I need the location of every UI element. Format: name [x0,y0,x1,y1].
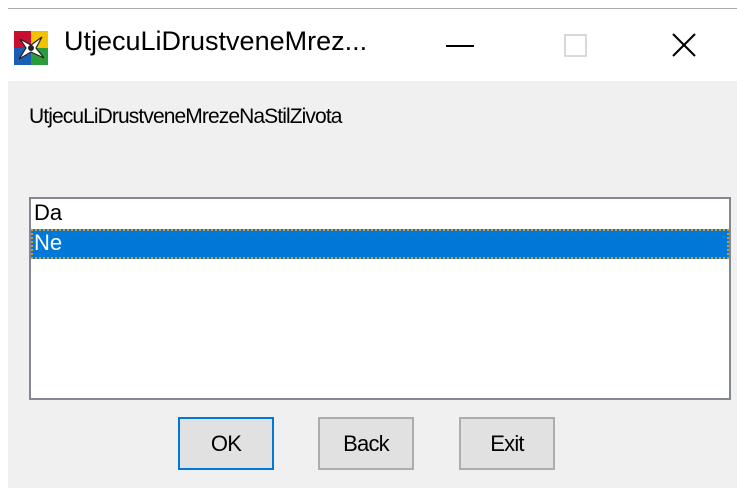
title-bar[interactable]: UtjecuLiDrustveneMrez... [8,9,737,81]
maximize-icon [564,34,587,57]
maximize-button[interactable] [518,9,628,81]
minimize-icon [446,45,474,47]
app-icon[interactable] [14,31,48,65]
list-item[interactable]: Da [31,199,729,229]
list-item-selected[interactable]: Ne [31,229,729,259]
exit-button[interactable]: Exit [459,417,555,470]
ok-button[interactable]: OK [178,417,274,470]
options-listbox[interactable]: Da Ne [29,197,731,400]
window-title: UtjecuLiDrustveneMrez... [64,26,368,56]
close-button[interactable] [627,9,737,81]
back-button[interactable]: Back [318,417,414,470]
prompt-label: UtjecuLiDrustveneMrezeNaStilZivota [29,105,342,128]
minimize-button[interactable] [400,9,510,81]
close-icon [672,33,696,57]
dialog-window: UtjecuLiDrustveneMrez... UtjecuLiDrustve… [8,8,737,488]
